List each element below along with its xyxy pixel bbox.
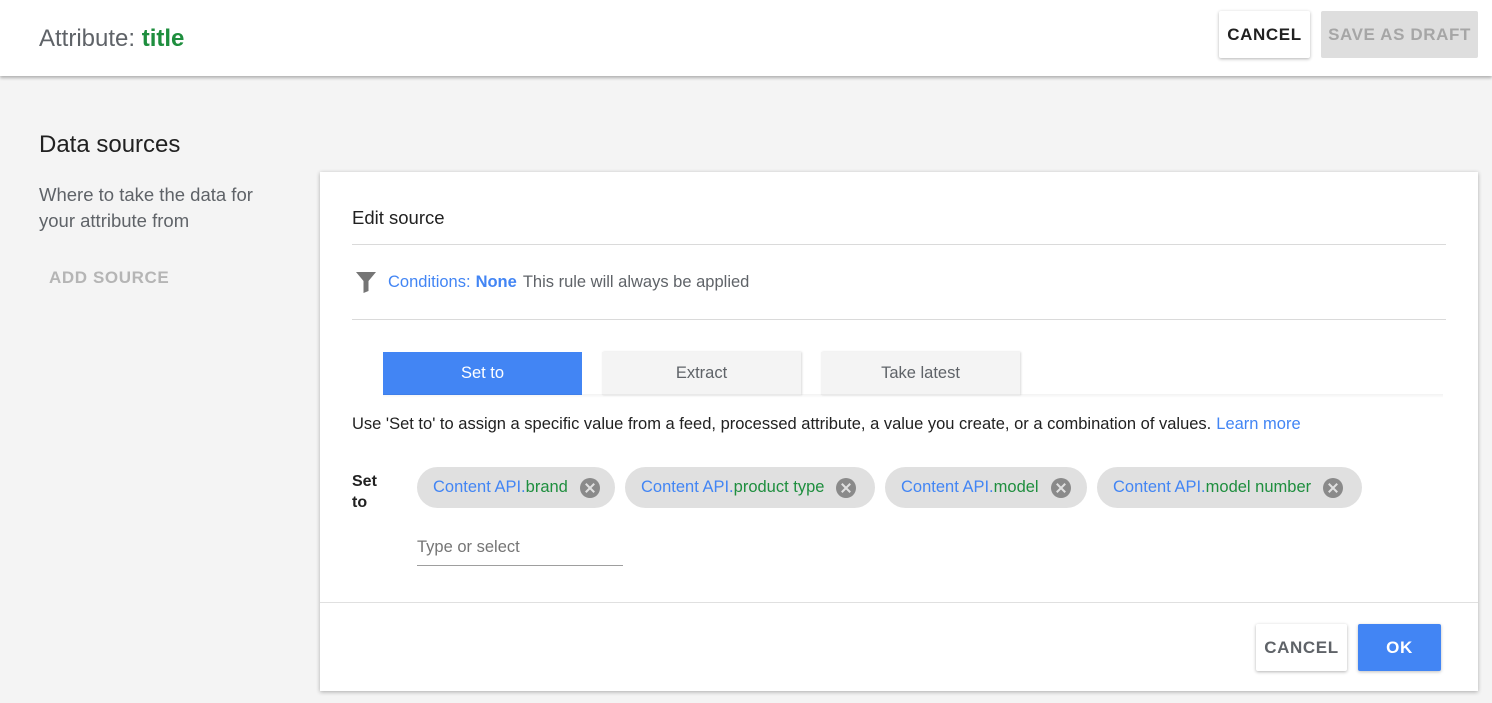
data-sources-heading: Data sources bbox=[39, 131, 181, 158]
type-or-select-input[interactable] bbox=[417, 530, 623, 566]
value-chip[interactable]: Content API. model bbox=[885, 467, 1087, 508]
add-source-button[interactable]: ADD SOURCE bbox=[49, 268, 169, 288]
header-cancel-button[interactable]: CANCEL bbox=[1219, 11, 1310, 58]
chip-source: Content API. bbox=[641, 478, 734, 496]
value-chip[interactable]: Content API. model number bbox=[1097, 467, 1362, 508]
edit-source-card: Edit source Conditions: None This rule w… bbox=[320, 172, 1478, 691]
set-to-label: Set to bbox=[352, 473, 377, 511]
chip-field: brand bbox=[525, 478, 568, 496]
page-title: Attribute: title bbox=[39, 25, 184, 53]
divider bbox=[352, 244, 1446, 245]
conditions-description: This rule will always be applied bbox=[522, 272, 750, 291]
remove-chip-icon[interactable] bbox=[836, 477, 857, 498]
chip-source: Content API. bbox=[1113, 478, 1206, 496]
chip-field: product type bbox=[733, 478, 825, 496]
help-text-body: Use 'Set to' to assign a specific value … bbox=[352, 415, 1212, 433]
help-text: Use 'Set to' to assign a specific value … bbox=[352, 415, 1301, 434]
card-title: Edit source bbox=[352, 207, 445, 228]
save-as-draft-button[interactable]: SAVE AS DRAFT bbox=[1321, 11, 1478, 58]
chip-source: Content API. bbox=[901, 478, 994, 496]
remove-chip-icon[interactable] bbox=[1050, 477, 1071, 498]
filter-icon bbox=[356, 272, 376, 293]
conditions-row[interactable]: Conditions: None This rule will always b… bbox=[356, 270, 749, 294]
attribute-name: title bbox=[141, 25, 185, 52]
remove-chip-icon[interactable] bbox=[579, 477, 600, 498]
data-sources-description: Where to take the data for your attribut… bbox=[39, 184, 253, 231]
tab-panel-shadow bbox=[383, 394, 1443, 398]
tab-set-to[interactable]: Set to bbox=[383, 352, 582, 395]
chip-source: Content API. bbox=[433, 478, 526, 496]
conditions-label[interactable]: Conditions: bbox=[388, 273, 471, 292]
ok-button[interactable]: OK bbox=[1358, 624, 1441, 671]
divider bbox=[352, 319, 1446, 320]
chip-field: model number bbox=[1205, 478, 1312, 496]
card-cancel-button[interactable]: CANCEL bbox=[1256, 624, 1347, 671]
top-app-bar: Attribute: title CANCEL SAVE AS DRAFT bbox=[0, 0, 1492, 76]
learn-more-link[interactable]: Learn more bbox=[1216, 415, 1300, 433]
value-chip[interactable]: Content API. product type bbox=[625, 467, 875, 508]
value-chip[interactable]: Content API. brand bbox=[417, 467, 615, 508]
tab-extract[interactable]: Extract bbox=[602, 352, 801, 395]
page-title-prefix: Attribute: bbox=[39, 25, 142, 52]
remove-chip-icon[interactable] bbox=[1323, 477, 1344, 498]
conditions-value[interactable]: None bbox=[476, 273, 517, 292]
tab-take-latest[interactable]: Take latest bbox=[821, 352, 1020, 395]
footer-divider bbox=[320, 602, 1478, 603]
chip-field: model bbox=[993, 478, 1039, 496]
